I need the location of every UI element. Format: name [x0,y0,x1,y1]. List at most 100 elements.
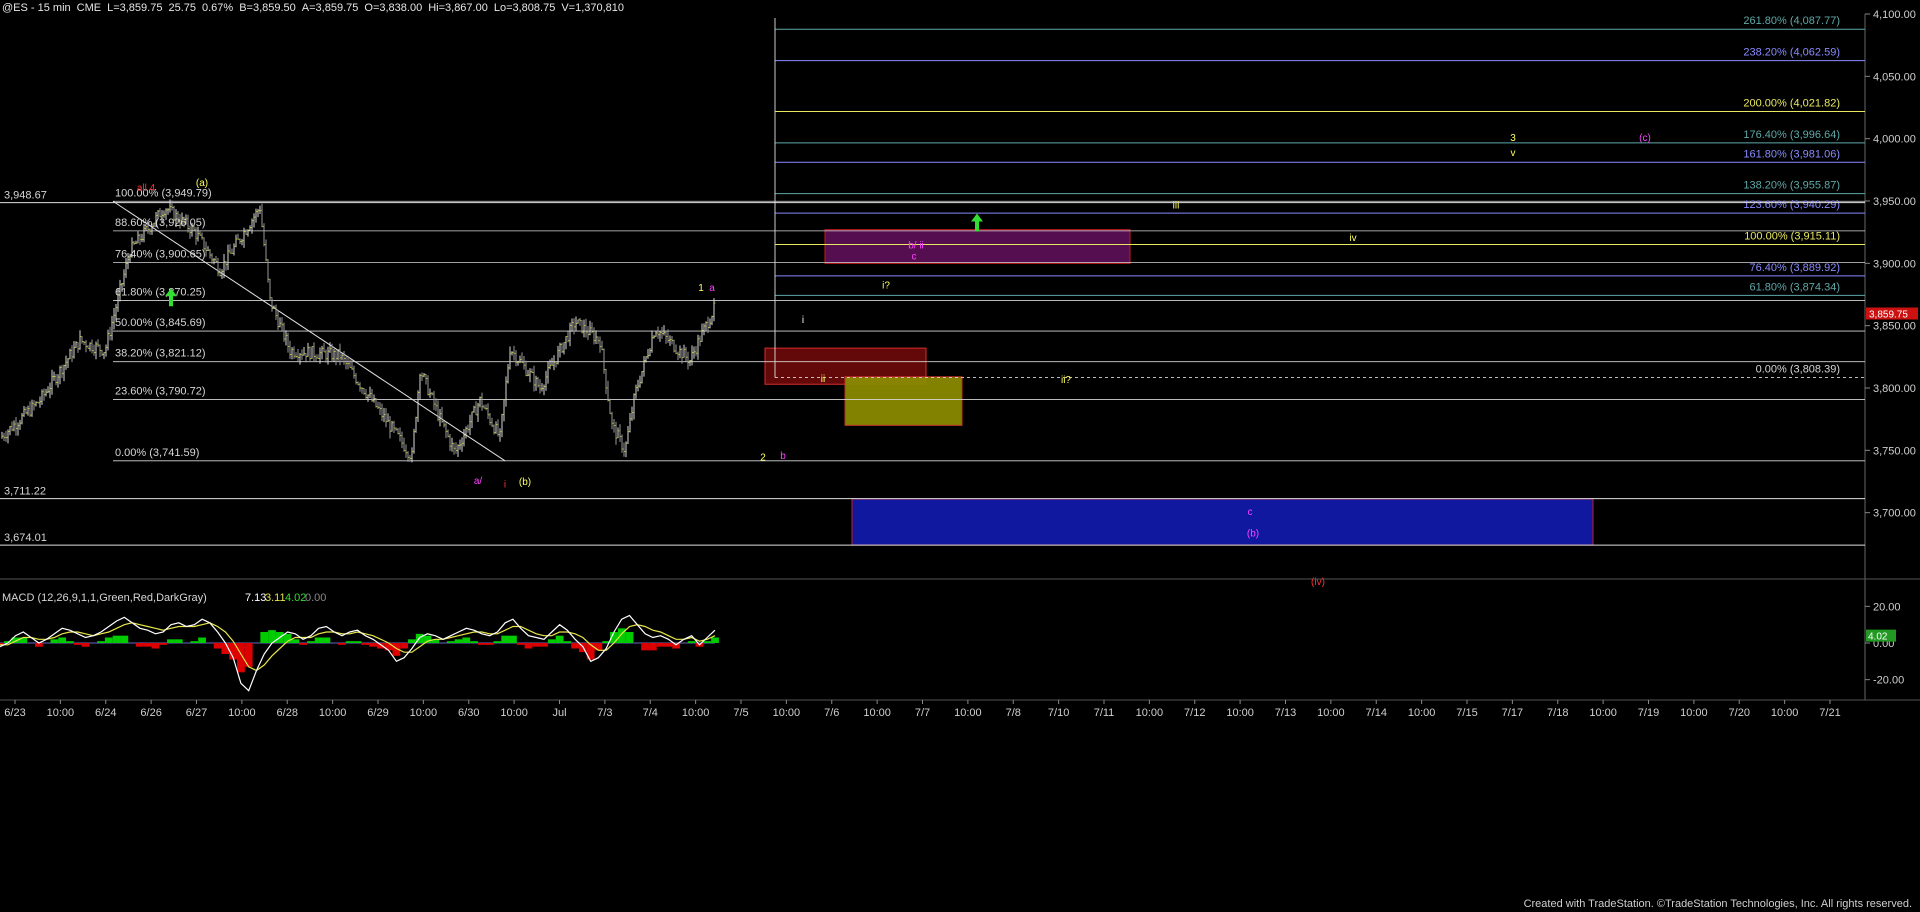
price-tick-label: 3,700.00 [1873,508,1916,520]
wave-label: 1 [698,283,704,294]
time-tick-label: 7/12 [1184,707,1205,719]
macd-hist-bar [299,643,307,645]
time-tick-label: 10:00 [863,707,891,719]
macd-hist-bar [167,639,175,643]
time-tick-label: 7/10 [1048,707,1069,719]
fib-retrace-label: 0.00% (3,741.59) [115,447,199,459]
macd-hist-bar [711,637,719,643]
macd-hist-bar [408,639,416,643]
green-up-arrow [971,213,983,232]
macd-hist-bar [73,643,82,645]
macd-hist-bar [625,632,634,643]
macd-hist-bar [322,637,331,643]
fib-ext-label: 200.00% (4,021.82) [1743,97,1840,109]
wave-label: (b) [1247,528,1259,539]
tradestation-credit: Created with TradeStation. ©TradeStation… [1523,898,1912,910]
macd-hist-bar [190,641,199,643]
macd-hist-bar [81,643,90,647]
time-tick-label: 7/20 [1729,707,1750,719]
price-tick-label: 3,850.00 [1873,321,1916,333]
time-tick-label: 10:00 [47,707,75,719]
macd-hist-bar [58,637,67,643]
macd-hist-bar [509,635,517,643]
wave-label: all 4 [137,183,156,194]
macd-hist-bar [345,641,354,643]
macd-hist-bar [120,635,129,643]
time-tick-label: 10:00 [228,707,256,719]
time-tick-label: 7/13 [1275,707,1296,719]
macd-value: 7.13 [245,592,266,604]
wave-label: i [802,315,804,326]
time-tick-label: 7/21 [1819,707,1840,719]
macd-hist-bar [485,643,494,645]
price-tick-label: 4,100.00 [1873,9,1916,21]
macd-hist-bar [104,637,113,643]
wave-label: iii [1173,200,1180,211]
time-tick-label: 10:00 [1136,707,1164,719]
macd-hist-bar [477,643,486,645]
macd-hist-bar [159,643,168,645]
macd-hist-bar [501,635,510,643]
fib-ext-label: 138.20% (3,955.87) [1743,180,1840,192]
wave-label: i [504,480,506,491]
fib-ext-label: 100.00% (3,915.11) [1744,230,1840,242]
macd-hist-bar [306,641,315,643]
macd-hist-bar [524,643,533,649]
wave-label: iv [1349,233,1356,244]
level-label: 3,948.67 [4,190,47,202]
wave-label: b/ ii [908,240,924,251]
time-tick-label: 7/19 [1638,707,1659,719]
time-tick-label: 10:00 [500,707,528,719]
macd-hist-bar [260,632,269,643]
macd-hist-bar [687,641,696,643]
macd-value: 0.00 [305,592,326,604]
macd-hist-bar [454,639,463,643]
wave-label: (a) [196,178,208,189]
macd-hist-bar [656,643,665,647]
time-tick-label: 7/11 [1094,707,1115,719]
wave-label: b [780,451,786,462]
macd-hist-bar [353,641,362,643]
time-tick-label: Jul [552,707,566,719]
macd-hist-bar [213,643,222,649]
macd-hist-bar [571,643,579,649]
price-chart[interactable]: 3,700.00 3,750.00 3,800.00 3,850.00 3,900.00… [0,0,1920,912]
wave-label: ii? [1061,375,1071,386]
macd-hist-bar [50,639,59,643]
time-tick-label: 6/26 [140,707,161,719]
time-tick-label: 6/30 [458,707,479,719]
macd-tick-label: -20.00 [1873,675,1904,687]
wave-label: (iv) [1311,577,1325,588]
time-tick-label: 6/29 [367,707,388,719]
time-tick-label: 6/27 [186,707,207,719]
macd-hist-bar [555,635,564,643]
macd-title: MACD (12,26,9,1,1,Green,Red,DarkGray) [2,592,207,604]
macd-hist-bar [143,643,152,647]
zone-yellow-support [844,376,963,426]
macd-hist-bar [641,643,649,651]
zone-blue-target [851,498,1594,546]
fib-ext-label: 161.80% (3,981.06) [1743,148,1840,160]
zone-purple-target [824,229,1131,264]
macd-hist-bar [384,643,393,651]
time-tick-label: 10:00 [1680,707,1708,719]
time-tick-label: 7/8 [1006,707,1021,719]
wave-label: ii [821,374,825,385]
macd-hist-bar [664,643,673,647]
fib-retrace-label: 76.40% (3,900.65) [115,249,206,261]
macd-hist-bar [594,643,603,651]
time-tick-label: 10:00 [1589,707,1617,719]
time-tick-label: 10:00 [682,707,710,719]
price-tick-label: 4,050.00 [1873,71,1916,83]
macd-hist-bar [470,641,478,643]
macd-value: 3.11 [265,592,286,604]
macd-hist-bar [462,637,471,643]
macd-value: 4.02 [285,592,306,604]
fib-retrace-label: 61.80% (3,870.25) [115,286,206,298]
macd-hist-bar [547,639,556,643]
macd-hist-bar [446,641,455,643]
wave-label: c [1248,507,1253,518]
time-tick-label: 7/15 [1456,707,1477,719]
wave-label: (c) [1639,133,1651,144]
macd-hist-bar [703,641,712,643]
